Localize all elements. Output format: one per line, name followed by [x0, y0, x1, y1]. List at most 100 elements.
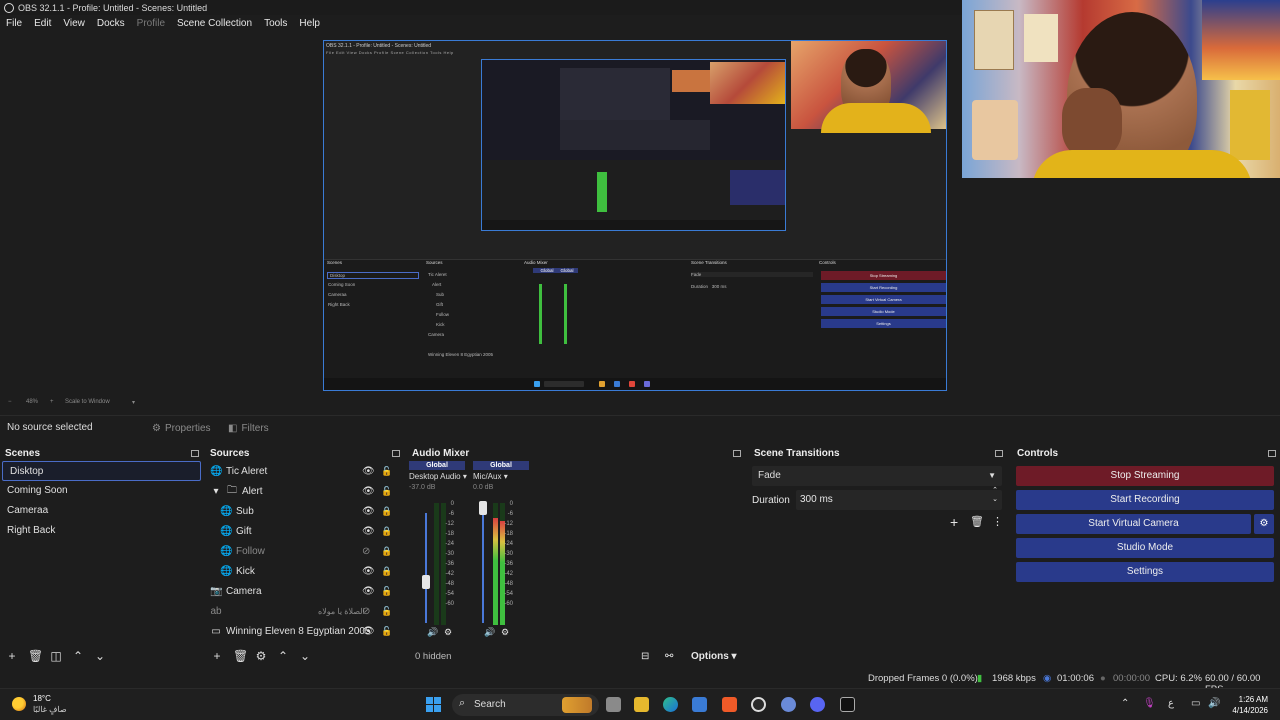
move-up-icon[interactable]: ⌃: [72, 649, 84, 663]
language-indicator[interactable]: ع: [1168, 698, 1174, 709]
properties-button[interactable]: ⚙ Properties: [146, 420, 217, 436]
desktop-volume-slider[interactable]: [425, 513, 427, 623]
undock-icon[interactable]: [392, 449, 400, 457]
add-transition-icon[interactable]: +: [950, 514, 958, 530]
start-recording-button[interactable]: Start Recording: [1016, 490, 1274, 510]
settings-button[interactable]: Settings: [1016, 562, 1274, 582]
lock-icon[interactable]: 🔒: [381, 526, 392, 537]
move-down-icon[interactable]: ⌄: [94, 649, 106, 663]
transition-select[interactable]: Fade ▼: [752, 466, 1002, 486]
task-view-icon[interactable]: [606, 697, 621, 712]
menu-edit[interactable]: Edit: [28, 18, 57, 29]
mic-icon[interactable]: 🎙: [1143, 698, 1156, 709]
chevron-down-icon[interactable]: ▾: [210, 486, 222, 497]
menu-profile[interactable]: Profile: [131, 18, 171, 29]
brave-icon[interactable]: [722, 697, 737, 712]
remove-transition-icon[interactable]: 🗑: [970, 515, 984, 528]
eye-icon[interactable]: 👁: [362, 586, 375, 597]
lock-open-icon[interactable]: 🔓: [381, 586, 392, 597]
network-icon[interactable]: ▭: [1191, 698, 1200, 709]
taskbar-search[interactable]: ⌕ Search: [452, 694, 599, 716]
source-item[interactable]: ▭ Winning Eleven 8 Egyptian 2005 👁 🔓: [210, 621, 404, 641]
settings-icon[interactable]: [781, 697, 796, 712]
store-icon[interactable]: [692, 697, 707, 712]
source-item[interactable]: 🌐 Sub 👁 🔒: [210, 501, 404, 521]
tray-overflow-icon[interactable]: ⌃: [1121, 698, 1129, 709]
obs-taskbar-icon[interactable]: [751, 697, 766, 712]
source-item[interactable]: 🌐 Kick 👁 🔒: [210, 561, 404, 581]
mixer-link-icon[interactable]: ⚯: [665, 651, 673, 662]
source-item[interactable]: 🌐 Follow ⊘ 🔒: [210, 541, 404, 561]
file-explorer-icon[interactable]: [634, 697, 649, 712]
undock-icon[interactable]: [995, 449, 1003, 457]
eye-icon[interactable]: 👁: [362, 626, 375, 637]
stop-streaming-button[interactable]: Stop Streaming: [1016, 466, 1274, 486]
scene-item[interactable]: Coming Soon: [0, 481, 203, 501]
menu-file[interactable]: File: [0, 18, 28, 29]
discord-icon[interactable]: [810, 697, 825, 712]
channel-name[interactable]: Desktop Audio ▾: [409, 472, 467, 481]
source-item[interactable]: 🌐 Tic Aleret 👁 🔓: [210, 461, 404, 481]
add-scene-icon[interactable]: +: [6, 649, 18, 663]
lock-open-icon[interactable]: 🔓: [381, 466, 392, 477]
undock-icon[interactable]: [733, 449, 741, 457]
monitor-settings-icon[interactable]: ⚙: [444, 627, 452, 638]
menu-docks[interactable]: Docks: [91, 18, 131, 29]
undock-icon[interactable]: [191, 449, 199, 457]
eye-icon[interactable]: 👁: [362, 526, 375, 537]
volume-icon[interactable]: 🔊: [1208, 698, 1220, 709]
eye-hidden-icon[interactable]: ⊘: [362, 546, 370, 557]
weather-icon[interactable]: [12, 697, 26, 711]
lock-open-icon[interactable]: 🔓: [381, 486, 392, 497]
remove-source-icon[interactable]: 🗑: [233, 649, 248, 663]
lock-open-icon[interactable]: 🔓: [381, 626, 392, 637]
scene-item[interactable]: Cameraa: [0, 501, 203, 521]
eye-icon[interactable]: 👁: [362, 566, 375, 577]
menu-scene-collection[interactable]: Scene Collection: [171, 18, 258, 29]
studio-mode-button[interactable]: Studio Mode: [1016, 538, 1274, 558]
windows-start-icon[interactable]: [426, 697, 441, 712]
desktop-volume-knob[interactable]: [422, 575, 430, 589]
scene-item[interactable]: Disktop: [2, 461, 201, 481]
mixer-layout-icon[interactable]: ⊟: [641, 651, 649, 662]
zoom-out-icon[interactable]: −: [8, 399, 12, 405]
scene-item[interactable]: Right Back: [0, 521, 203, 541]
lock-icon[interactable]: 🔒: [381, 566, 392, 577]
start-virtual-camera-button[interactable]: Start Virtual Camera: [1016, 514, 1251, 534]
transition-menu-icon[interactable]: ⋮: [992, 515, 1003, 528]
menu-tools[interactable]: Tools: [258, 18, 293, 29]
taskbar-clock[interactable]: 1:26 AM 4/14/2026: [1222, 694, 1268, 716]
scale-dropdown-icon[interactable]: ▾: [132, 399, 135, 406]
source-item[interactable]: 📷 Camera 👁 🔓: [210, 581, 404, 601]
menu-view[interactable]: View: [57, 18, 91, 29]
lock-icon[interactable]: 🔒: [381, 546, 392, 557]
speaker-icon[interactable]: 🔊: [484, 627, 495, 638]
undock-icon[interactable]: [1268, 449, 1276, 457]
source-properties-icon[interactable]: ⚙: [255, 649, 267, 663]
edge-icon[interactable]: [663, 697, 678, 712]
source-item[interactable]: ab الصلاة يا مولاه ⊘ 🔓: [210, 601, 404, 621]
source-item[interactable]: 🌐 Gift 👁 🔒: [210, 521, 404, 541]
options-button[interactable]: Options ▾: [691, 651, 737, 662]
eye-icon[interactable]: 👁: [362, 486, 375, 497]
menu-help[interactable]: Help: [293, 18, 326, 29]
duration-input[interactable]: 300 ms ⌃ ⌄: [796, 487, 1002, 510]
eye-icon[interactable]: 👁: [362, 466, 375, 477]
remove-scene-icon[interactable]: 🗑: [28, 649, 43, 663]
scene-filters-icon[interactable]: ◫: [50, 649, 62, 663]
speaker-icon[interactable]: 🔊: [427, 627, 438, 638]
lock-icon[interactable]: 🔒: [381, 506, 392, 517]
channel-name[interactable]: Mic/Aux ▾: [473, 472, 529, 481]
mic-volume-slider[interactable]: [482, 513, 484, 623]
spin-buttons[interactable]: ⌃ ⌄: [992, 486, 998, 504]
preview-canvas[interactable]: OBS 32.1.1 - Profile: Untitled - Scenes:…: [323, 40, 947, 391]
virtual-camera-settings-button[interactable]: ⚙: [1254, 514, 1274, 534]
eye-hidden-icon[interactable]: ⊘: [362, 606, 370, 617]
zoom-in-icon[interactable]: +: [50, 399, 54, 405]
monitor-settings-icon[interactable]: ⚙: [501, 627, 509, 638]
mic-volume-knob[interactable]: [479, 501, 487, 515]
lock-open-icon[interactable]: 🔓: [381, 606, 392, 617]
move-down-icon[interactable]: ⌄: [299, 649, 311, 663]
filters-button[interactable]: ◧ Filters: [222, 420, 275, 436]
eye-icon[interactable]: 👁: [362, 506, 375, 517]
